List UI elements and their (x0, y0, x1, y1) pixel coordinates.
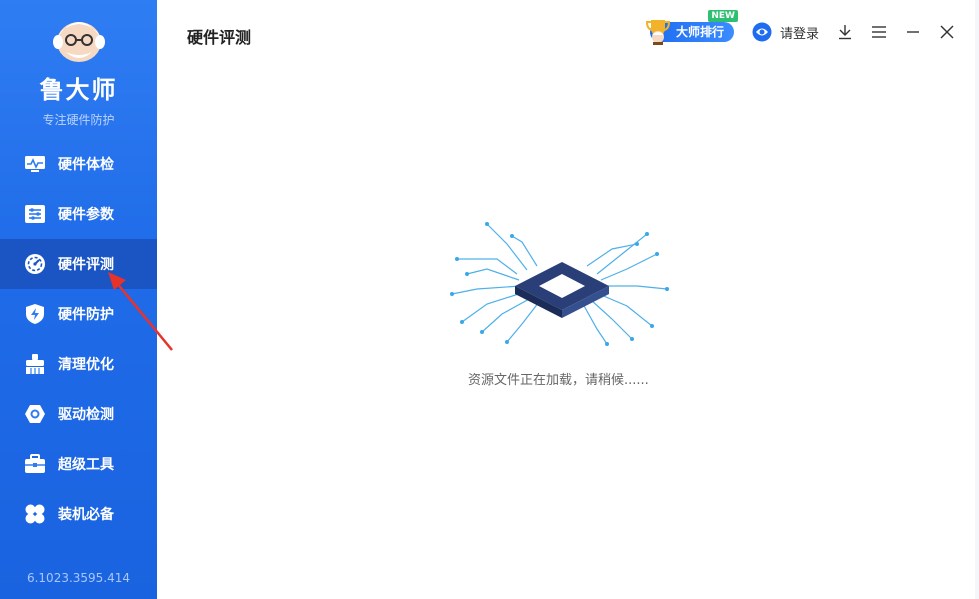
login-label: 请登录 (779, 26, 819, 42)
sidebar-item-label: 装机必备 (58, 507, 114, 523)
sidebar-item-label: 硬件参数 (58, 207, 114, 223)
right-edge-scroll-hint (975, 0, 979, 599)
version-text: 6.1023.3595.414 (26, 571, 131, 585)
speedometer-icon (24, 253, 46, 275)
hex-gear-icon (24, 403, 46, 425)
user-avatar-icon (752, 22, 772, 42)
download-icon (839, 25, 851, 40)
window-header-controls: 大师排行 NEW 请登录 (644, 10, 957, 46)
minimize-button[interactable] (903, 22, 923, 42)
close-button[interactable] (937, 22, 957, 42)
sidebar-item-label: 驱动检测 (58, 407, 114, 423)
menu-button[interactable] (869, 22, 889, 42)
clover-icon (24, 503, 46, 525)
main-panel: 硬件评测 大师排行 NEW 请登录 资源文件正在加载，请稍候...... (157, 0, 979, 599)
loading-text: 资源文件正在加载，请稍候...... (468, 373, 649, 388)
sidebar-item-label: 超级工具 (58, 457, 114, 473)
brand-name: 鲁大师 (39, 76, 118, 104)
mascot-icon (52, 22, 105, 62)
download-button[interactable] (835, 22, 855, 42)
chip-loading-illustration (450, 222, 669, 346)
shield-bolt-icon (24, 303, 46, 325)
close-icon (940, 25, 954, 39)
page-title: 硬件评测 (187, 28, 252, 47)
brand-logo: 鲁大师 专注硬件防护 (0, 12, 157, 128)
sidebar-item-essentials[interactable]: 装机必备 (0, 489, 157, 539)
master-rank-button[interactable]: 大师排行 NEW (644, 10, 738, 46)
sidebar-item-health-check[interactable]: 硬件体检 (0, 139, 157, 189)
monitor-wave-icon (24, 153, 46, 175)
toolbox-icon (24, 453, 46, 475)
hamburger-menu-icon (872, 26, 886, 38)
sliders-icon (24, 203, 46, 225)
brush-icon (24, 353, 46, 375)
minimize-icon (907, 31, 919, 33)
brand-slogan: 专注硬件防护 (42, 113, 115, 127)
login-button[interactable]: 请登录 (752, 22, 819, 42)
sidebar-item-label: 硬件体检 (58, 157, 114, 173)
sidebar-item-super-tools[interactable]: 超级工具 (0, 439, 157, 489)
sidebar-item-label: 清理优化 (58, 357, 114, 373)
sidebar-item-hardware-params[interactable]: 硬件参数 (0, 189, 157, 239)
trophy-icon (645, 20, 670, 45)
new-badge: NEW (708, 10, 738, 22)
sidebar-item-driver-check[interactable]: 驱动检测 (0, 389, 157, 439)
